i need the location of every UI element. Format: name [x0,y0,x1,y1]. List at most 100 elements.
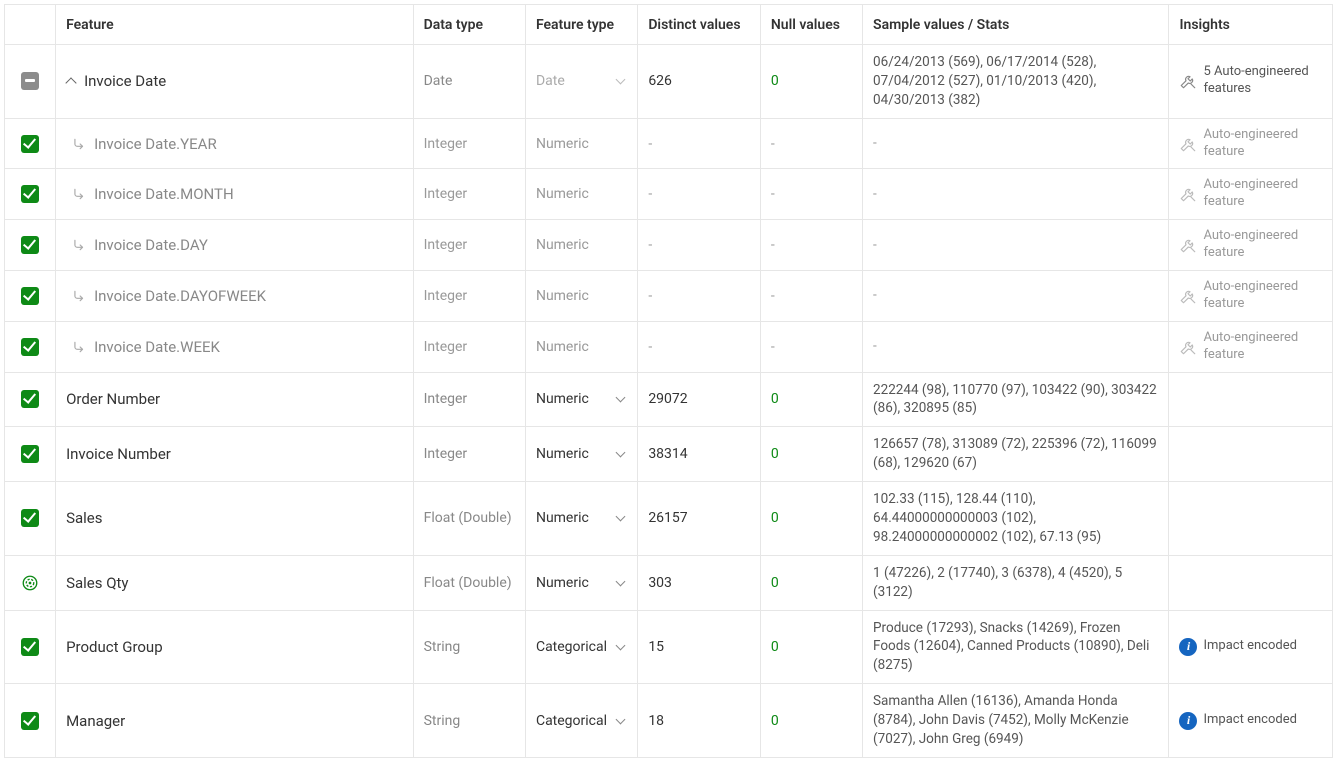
feature-name-label: Manager [66,712,125,730]
col-distinct: Distinct values [638,5,761,45]
feature-type-label: Numeric [536,510,589,526]
distinct-values-cell: 18 [638,684,761,758]
table-row: Sales QtyFloat (Double)Numeric30301 (472… [5,555,1333,610]
distinct-values-cell: - [638,169,761,220]
feature-type-select[interactable]: Numeric [536,575,627,591]
distinct-values-cell: 626 [638,45,761,119]
feature-type-cell: Numeric [525,169,637,220]
feature-type-label: Numeric [536,575,589,591]
feature-type-label: Numeric [536,136,589,152]
insights-cell: Auto-engineered feature [1169,321,1333,372]
insights-cell: Auto-engineered feature [1169,169,1333,220]
table-row: Invoice Date.DAYOFWEEKIntegerNumeric---A… [5,271,1333,322]
null-values-cell: - [760,169,862,220]
insight-text: Impact encoded [1203,638,1296,655]
null-values-cell: 0 [760,372,862,427]
distinct-values-cell: 26157 [638,482,761,556]
feature-name-label: Invoice Date.MONTH [94,185,234,203]
feature-type-select[interactable]: Categorical [536,639,627,655]
feature-type-cell[interactable]: Categorical [525,610,637,684]
sample-values-cell: - [863,118,1169,169]
feature-type-select[interactable]: Numeric [536,510,627,526]
feature-type-cell: Numeric [525,271,637,322]
insights-cell [1169,482,1333,556]
row-checkbox[interactable] [21,287,39,305]
feature-cell: Sales [56,482,414,556]
feature-cell: Invoice Date.YEAR [56,118,414,169]
row-checkbox[interactable] [21,338,39,356]
feature-type-label: Numeric [536,186,589,202]
feature-type-cell[interactable]: Date [525,45,637,119]
data-type-cell: Integer [413,427,525,482]
null-values-cell: 0 [760,610,862,684]
feature-type-select[interactable]: Categorical [536,713,627,729]
chevron-down-icon [615,448,627,460]
expand-caret-icon[interactable] [66,76,76,86]
row-checkbox[interactable] [21,712,39,730]
sub-arrow-icon [72,340,86,354]
table-header-row: Feature Data type Feature type Distinct … [5,5,1333,45]
insight-badge: iImpact encoded [1179,712,1322,730]
chevron-down-icon [615,715,627,727]
row-checkbox[interactable] [21,509,39,527]
row-checkbox[interactable] [21,72,39,90]
chevron-down-icon [615,641,627,653]
insights-cell: Auto-engineered feature [1169,118,1333,169]
table-row: Invoice Date.MONTHIntegerNumeric---Auto-… [5,169,1333,220]
row-checkbox[interactable] [21,445,39,463]
data-type-cell: String [413,684,525,758]
wrench-icon [1179,338,1197,356]
feature-cell: Invoice Date.DAYOFWEEK [56,271,414,322]
wrench-icon [1179,72,1197,90]
table-row: Invoice DateDateDate626006/24/2013 (569)… [5,45,1333,119]
feature-type-label: Numeric [536,446,589,462]
feature-name-label: Order Number [66,390,160,408]
feature-type-select[interactable]: Numeric [536,446,627,462]
insight-badge: i Impact encoded [1179,638,1322,656]
insight-badge: Auto-engineered feature [1179,177,1322,211]
info-icon: i [1179,712,1197,730]
table-row: ManagerStringCategorical180Samantha Alle… [5,684,1333,758]
row-select-cell [5,427,56,482]
feature-type-select[interactable]: Date [536,73,627,89]
col-checkbox [5,5,56,45]
row-checkbox[interactable] [21,185,39,203]
sample-values-cell: 06/24/2013 (569), 06/17/2014 (528), 07/0… [863,45,1169,119]
distinct-values-cell: 38314 [638,427,761,482]
null-values-cell: - [760,220,862,271]
feature-type-label: Date [536,73,565,89]
row-select-cell [5,321,56,372]
table-row: Order NumberIntegerNumeric290720222244 (… [5,372,1333,427]
row-checkbox[interactable] [21,236,39,254]
row-select-cell [5,482,56,556]
info-icon: i [1179,638,1197,656]
feature-type-cell[interactable]: Numeric [525,427,637,482]
insight-badge: Auto-engineered feature [1179,228,1322,262]
table-row: Invoice Date.YEARIntegerNumeric---Auto-e… [5,118,1333,169]
feature-type-cell[interactable]: Categorical [525,684,637,758]
feature-type-cell[interactable]: Numeric [525,372,637,427]
feature-type-select[interactable]: Numeric [536,391,627,407]
feature-cell: Invoice Date.DAY [56,220,414,271]
insights-cell [1169,555,1333,610]
feature-name-label: Sales Qty [66,574,128,592]
null-values-cell: 0 [760,45,862,119]
feature-type-cell[interactable]: Numeric [525,482,637,556]
feature-type-cell[interactable]: Numeric [525,555,637,610]
insights-cell: Auto-engineered feature [1169,271,1333,322]
row-select-cell [5,372,56,427]
distinct-values-cell: - [638,118,761,169]
distinct-values-cell: - [638,271,761,322]
row-select-cell [5,45,56,119]
row-checkbox[interactable] [21,390,39,408]
row-checkbox[interactable] [21,135,39,153]
feature-cell: Sales Qty [56,555,414,610]
col-feature: Feature [56,5,414,45]
feature-type-label: Numeric [536,391,589,407]
sub-arrow-icon [72,187,86,201]
row-select-cell [5,271,56,322]
insight-badge: Auto-engineered feature [1179,330,1322,364]
chevron-down-icon [615,75,627,87]
sample-values-cell: - [863,169,1169,220]
row-checkbox[interactable] [21,638,39,656]
